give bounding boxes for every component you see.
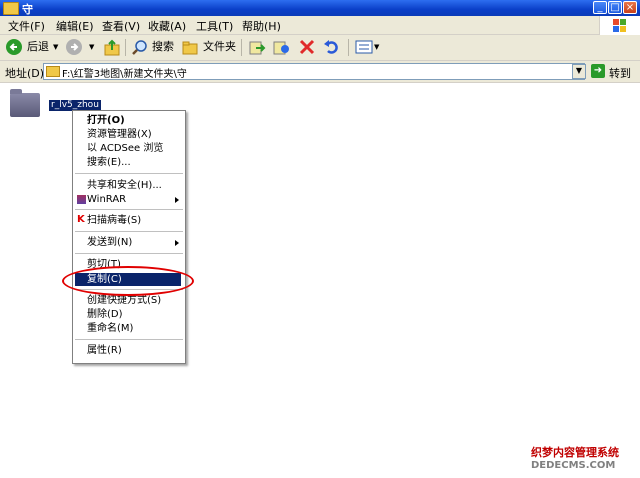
menu-file[interactable]: 文件(F) [8, 18, 45, 34]
menu-item-winrar[interactable]: WinRAR [87, 193, 126, 206]
menu-help[interactable]: 帮助(H) [242, 18, 281, 34]
address-value: F:\红警3地图\新建文件夹\守 [62, 69, 187, 80]
address-dropdown-icon[interactable]: ▼ [572, 64, 586, 79]
menu-separator [75, 173, 183, 174]
back-arrow-icon[interactable] [6, 39, 22, 55]
watermark-url: DEDECMS.COM [531, 460, 616, 471]
winrar-icon [77, 195, 86, 204]
highlight-annotation [62, 266, 194, 296]
menu-item-open[interactable]: 打开(O) [87, 114, 125, 127]
copy-to-icon[interactable] [272, 38, 290, 56]
address-input[interactable]: F:\红警3地图\新建文件夹\守 [43, 63, 585, 80]
toolbar: 后退 ▼ ▼ 搜索 文件夹 ▼ [0, 35, 640, 61]
folder-icon [46, 66, 60, 77]
minimize-button[interactable]: _ [593, 1, 607, 14]
menu-item-scan[interactable]: 扫描病毒(S) [87, 214, 141, 227]
context-menu: 打开(O) 资源管理器(X) 以 ACDSee 浏览 搜索(E)... 共享和安… [72, 110, 186, 364]
menu-view[interactable]: 查看(V) [102, 18, 140, 34]
folder-icon [3, 2, 19, 15]
folders-icon[interactable] [181, 38, 199, 56]
menu-edit[interactable]: 编辑(E) [56, 18, 94, 34]
windows-logo-icon [599, 16, 640, 35]
delete-icon[interactable] [298, 38, 316, 56]
antivirus-icon: K [77, 214, 85, 225]
menu-bar: 文件(F) 编辑(E) 查看(V) 收藏(A) 工具(T) 帮助(H) [0, 16, 640, 35]
window-title: 守 [22, 3, 33, 16]
folder-icon[interactable] [10, 89, 40, 117]
go-arrow-icon: ➜ [591, 64, 605, 78]
undo-icon[interactable] [323, 38, 341, 56]
menu-item-rename[interactable]: 重命名(M) [87, 322, 133, 335]
menu-tools[interactable]: 工具(T) [196, 18, 233, 34]
watermark-title: 织梦内容管理系统 [531, 446, 619, 459]
menu-item-search[interactable]: 搜索(E)... [87, 156, 131, 169]
views-dropdown-icon[interactable]: ▼ [374, 38, 379, 56]
back-button[interactable]: 后退 [27, 38, 49, 56]
menu-item-sharing[interactable]: 共享和安全(H)... [87, 179, 162, 192]
forward-dropdown-icon[interactable]: ▼ [89, 38, 94, 56]
menu-favorites[interactable]: 收藏(A) [148, 18, 186, 34]
views-icon[interactable] [355, 38, 373, 56]
toolbar-separator [241, 39, 242, 56]
title-bar[interactable]: 守 _ □ × [0, 0, 640, 16]
toolbar-separator [125, 39, 126, 56]
submenu-arrow-icon [175, 197, 179, 203]
address-label: 地址(D) [5, 67, 45, 80]
menu-separator [75, 253, 183, 254]
folders-button[interactable]: 文件夹 [203, 38, 236, 56]
toolbar-separator [348, 39, 349, 56]
menu-item-explorer[interactable]: 资源管理器(X) [87, 128, 152, 141]
search-icon[interactable] [131, 38, 149, 56]
go-label: 转到 [609, 67, 631, 80]
close-button[interactable]: × [623, 1, 637, 14]
move-to-icon[interactable] [248, 38, 266, 56]
go-button[interactable]: ➜ 转到 [591, 64, 637, 80]
submenu-arrow-icon [175, 240, 179, 246]
menu-separator [75, 339, 183, 340]
back-dropdown-icon[interactable]: ▼ [53, 38, 58, 56]
menu-item-delete[interactable]: 删除(D) [87, 308, 123, 321]
up-folder-icon[interactable] [104, 38, 120, 56]
search-button[interactable]: 搜索 [152, 38, 174, 56]
forward-arrow-icon[interactable] [66, 39, 82, 55]
maximize-button[interactable]: □ [608, 1, 622, 14]
menu-item-acdsee[interactable]: 以 ACDSee 浏览 [87, 142, 163, 155]
menu-item-properties[interactable]: 属性(R) [87, 344, 122, 357]
address-bar: 地址(D) F:\红警3地图\新建文件夹\守 ▼ ➜ 转到 [0, 61, 640, 83]
menu-separator [75, 209, 183, 210]
menu-item-sendto[interactable]: 发送到(N) [87, 236, 132, 249]
menu-separator [75, 231, 183, 232]
